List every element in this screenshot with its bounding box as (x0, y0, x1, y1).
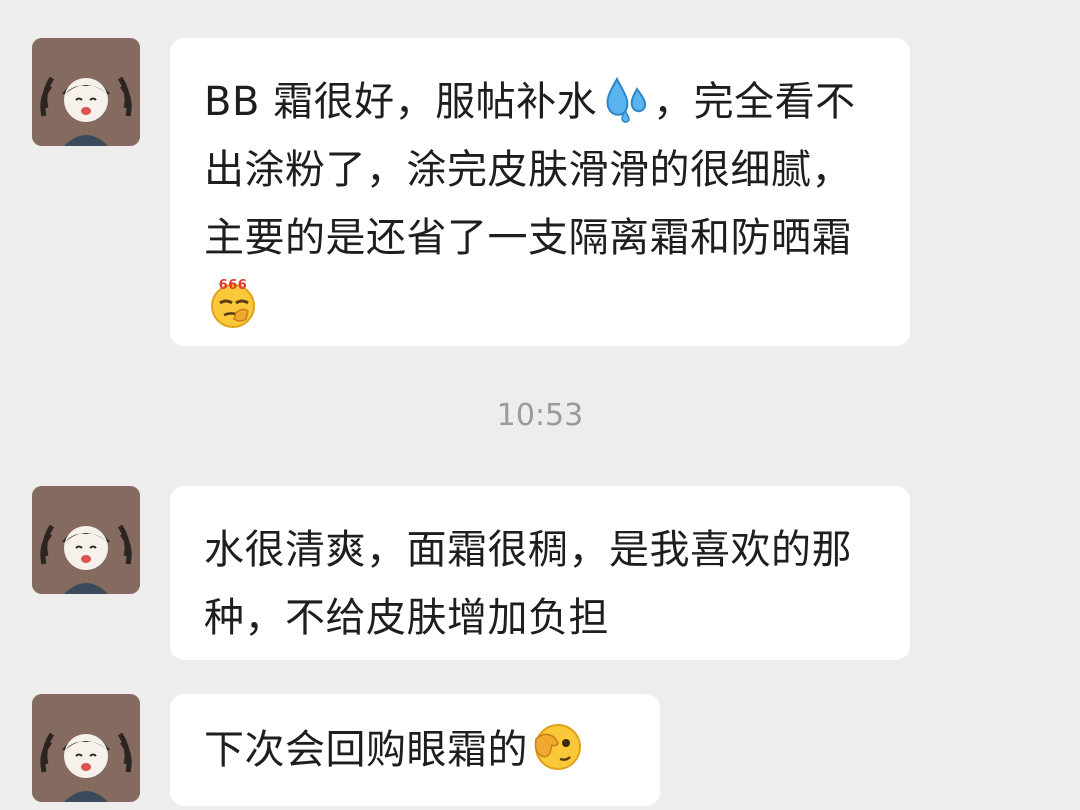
chat-area: BB 霜很好，服帖补水 ，完全看不出涂粉了，涂完皮肤滑滑的很细腻，主要的是还省了一… (0, 0, 1080, 810)
message-text: 下次会回购眼霜的 (204, 727, 528, 773)
message-row: BB 霜很好，服帖补水 ，完全看不出涂粉了，涂完皮肤滑滑的很细腻，主要的是还省了一… (0, 38, 1080, 346)
avatar[interactable] (32, 486, 140, 594)
message-text: BB 霜很好，服帖补水 (204, 79, 598, 125)
avatar[interactable] (32, 38, 140, 146)
message-bubble[interactable]: BB 霜很好，服帖补水 ，完全看不出涂粉了，涂完皮肤滑滑的很细腻，主要的是还省了一… (170, 38, 910, 346)
avatar-image (32, 38, 140, 146)
message-row: 水很清爽，面霜很稠，是我喜欢的那种，不给皮肤增加负担 (0, 486, 1080, 660)
avatar-image (32, 694, 140, 802)
666-icon: 666 (206, 275, 260, 329)
message-bubble[interactable]: 水很清爽，面霜很稠，是我喜欢的那种，不给皮肤增加负担 (170, 486, 910, 660)
timestamp: 10:53 (496, 398, 584, 433)
message-bubble[interactable]: 下次会回购眼霜的 (170, 694, 660, 806)
avatar[interactable] (32, 694, 140, 802)
message-row: 下次会回购眼霜的 (0, 694, 1080, 806)
message-text: 水很清爽，面霜很稠，是我喜欢的那种，不给皮肤增加负担 (204, 527, 852, 641)
avatar-image (32, 486, 140, 594)
sweat-droplets-icon (599, 71, 653, 125)
666-label: 666 (219, 278, 248, 293)
facepalm-peek-icon (530, 719, 584, 773)
